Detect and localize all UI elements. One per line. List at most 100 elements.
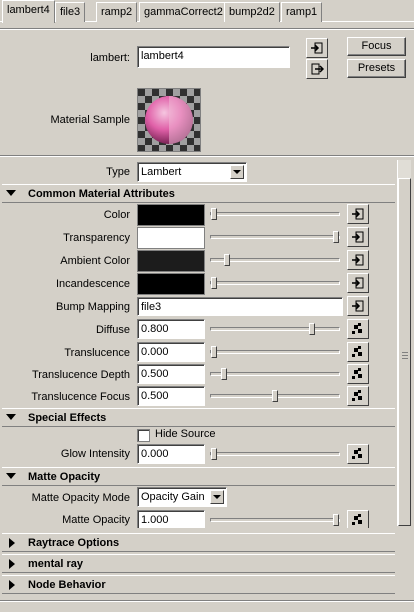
- ambient-color-label: Ambient Color: [60, 255, 130, 267]
- slider-thumb[interactable]: [333, 231, 339, 243]
- checker-map-icon: [352, 368, 362, 379]
- section-matte-opacity[interactable]: Matte Opacity: [2, 467, 395, 486]
- tab-bar: lambert4 file3 ramp2 gammaCorrect2 bump2…: [0, 0, 414, 23]
- slider-thumb[interactable]: [211, 346, 217, 358]
- map-texture-icon: [352, 231, 364, 243]
- ambient-color-swatch[interactable]: [137, 250, 205, 272]
- tab-file3[interactable]: file3: [55, 2, 86, 22]
- section-node-behavior[interactable]: Node Behavior: [2, 575, 395, 594]
- bump-mapping-map-button[interactable]: [347, 296, 369, 316]
- bump-mapping-label: Bump Mapping: [56, 301, 130, 313]
- ambient-color-slider[interactable]: [210, 254, 340, 266]
- translucence-depth-slider[interactable]: [210, 368, 340, 380]
- section-title: Special Effects: [28, 412, 107, 424]
- diffuse-field[interactable]: 0.800: [137, 319, 205, 339]
- ambient-color-map-button[interactable]: [347, 250, 369, 270]
- tab-ramp2[interactable]: ramp2: [96, 2, 138, 22]
- transparency-map-button[interactable]: [347, 227, 369, 247]
- collapse-triangle-icon: [6, 473, 16, 479]
- incandescence-label: Incandescence: [56, 278, 130, 290]
- section-raytrace-options[interactable]: Raytrace Options: [2, 533, 395, 552]
- color-slider[interactable]: [210, 208, 340, 220]
- color-map-button[interactable]: [347, 204, 369, 224]
- translucence-focus-field[interactable]: 0.500: [137, 386, 205, 406]
- translucence-focus-map-button[interactable]: [347, 386, 369, 406]
- presets-button[interactable]: Presets: [347, 59, 406, 78]
- matte-opacity-mode-value: Opacity Gain: [141, 491, 205, 503]
- checker-map-icon: [352, 323, 362, 334]
- node-type-label: lambert:: [90, 52, 130, 64]
- slider-thumb[interactable]: [272, 390, 278, 402]
- section-title: Matte Opacity: [28, 471, 101, 483]
- bump-mapping-field[interactable]: file3: [137, 297, 343, 316]
- color-swatch[interactable]: [137, 204, 205, 226]
- focus-input-button[interactable]: [306, 38, 328, 58]
- material-sample-swatch[interactable]: [137, 88, 201, 152]
- section-common-material[interactable]: Common Material Attributes: [2, 184, 395, 203]
- input-connection-icon: [311, 42, 323, 54]
- diffuse-map-button[interactable]: [347, 319, 369, 339]
- material-sphere-preview: [138, 89, 200, 151]
- section-title: Node Behavior: [28, 579, 106, 591]
- tab-ramp1[interactable]: ramp1: [281, 2, 323, 22]
- tab-lambert4[interactable]: lambert4: [2, 0, 55, 23]
- section-mental-ray[interactable]: mental ray: [2, 554, 395, 573]
- glow-intensity-map-button[interactable]: [347, 444, 369, 464]
- translucence-depth-field[interactable]: 0.500: [137, 364, 205, 384]
- tab-gammacorrect2[interactable]: gammaCorrect2: [139, 2, 228, 22]
- slider-thumb[interactable]: [211, 448, 217, 460]
- checker-map-icon: [352, 514, 362, 525]
- focus-button[interactable]: Focus: [347, 37, 406, 56]
- incandescence-slider[interactable]: [210, 277, 340, 289]
- translucence-focus-label: Translucence Focus: [31, 391, 130, 403]
- matte-opacity-map-button[interactable]: [347, 510, 369, 528]
- translucence-depth-label: Translucence Depth: [31, 369, 130, 381]
- glow-intensity-slider[interactable]: [210, 448, 340, 460]
- focus-output-button[interactable]: [306, 59, 328, 79]
- glow-intensity-field[interactable]: 0.000: [137, 444, 205, 464]
- section-title: mental ray: [28, 558, 84, 570]
- hide-source-label: Hide Source: [155, 428, 216, 440]
- slider-thumb[interactable]: [333, 514, 339, 526]
- slider-thumb[interactable]: [224, 254, 230, 266]
- tab-bump2d2[interactable]: bump2d2: [224, 2, 280, 22]
- map-texture-icon: [352, 208, 364, 220]
- node-name-field[interactable]: lambert4: [137, 46, 290, 68]
- glow-intensity-label: Glow Intensity: [60, 448, 130, 460]
- translucence-slider[interactable]: [210, 346, 340, 358]
- translucence-field[interactable]: 0.000: [137, 342, 205, 362]
- color-label: Color: [103, 209, 130, 221]
- header-divider: [0, 28, 414, 30]
- attribute-panel: Type Lambert Common Material Attributes …: [0, 158, 414, 528]
- type-label: Type: [106, 166, 130, 178]
- checker-map-icon: [352, 390, 362, 401]
- type-dropdown[interactable]: Lambert: [137, 162, 247, 182]
- section-title: Common Material Attributes: [28, 188, 175, 200]
- slider-thumb[interactable]: [211, 208, 217, 220]
- incandescence-swatch[interactable]: [137, 273, 205, 295]
- slider-thumb[interactable]: [221, 368, 227, 380]
- transparency-swatch[interactable]: [137, 227, 205, 249]
- translucence-map-button[interactable]: [347, 342, 369, 362]
- checker-map-icon: [352, 346, 362, 357]
- type-dropdown-value: Lambert: [141, 166, 182, 178]
- slider-thumb[interactable]: [309, 323, 315, 335]
- section-special-effects[interactable]: Special Effects: [2, 408, 395, 427]
- scrollbar-thumb[interactable]: [398, 178, 411, 526]
- diffuse-slider[interactable]: [210, 323, 340, 335]
- hide-source-checkbox[interactable]: [137, 429, 150, 442]
- body-divider: [0, 155, 414, 157]
- translucence-focus-slider[interactable]: [210, 390, 340, 402]
- matte-opacity-field[interactable]: 1.000: [137, 510, 205, 528]
- transparency-slider[interactable]: [210, 231, 340, 243]
- transparency-label: Transparency: [63, 232, 130, 244]
- matte-opacity-mode-label: Matte Opacity Mode: [31, 492, 130, 504]
- slider-thumb[interactable]: [211, 277, 217, 289]
- incandescence-map-button[interactable]: [347, 273, 369, 293]
- vertical-scrollbar[interactable]: [397, 160, 411, 526]
- translucence-depth-map-button[interactable]: [347, 364, 369, 384]
- matte-opacity-mode-dropdown[interactable]: Opacity Gain: [137, 487, 227, 507]
- map-texture-icon: [352, 300, 364, 312]
- matte-opacity-slider[interactable]: [210, 514, 340, 526]
- section-title: Raytrace Options: [28, 537, 120, 549]
